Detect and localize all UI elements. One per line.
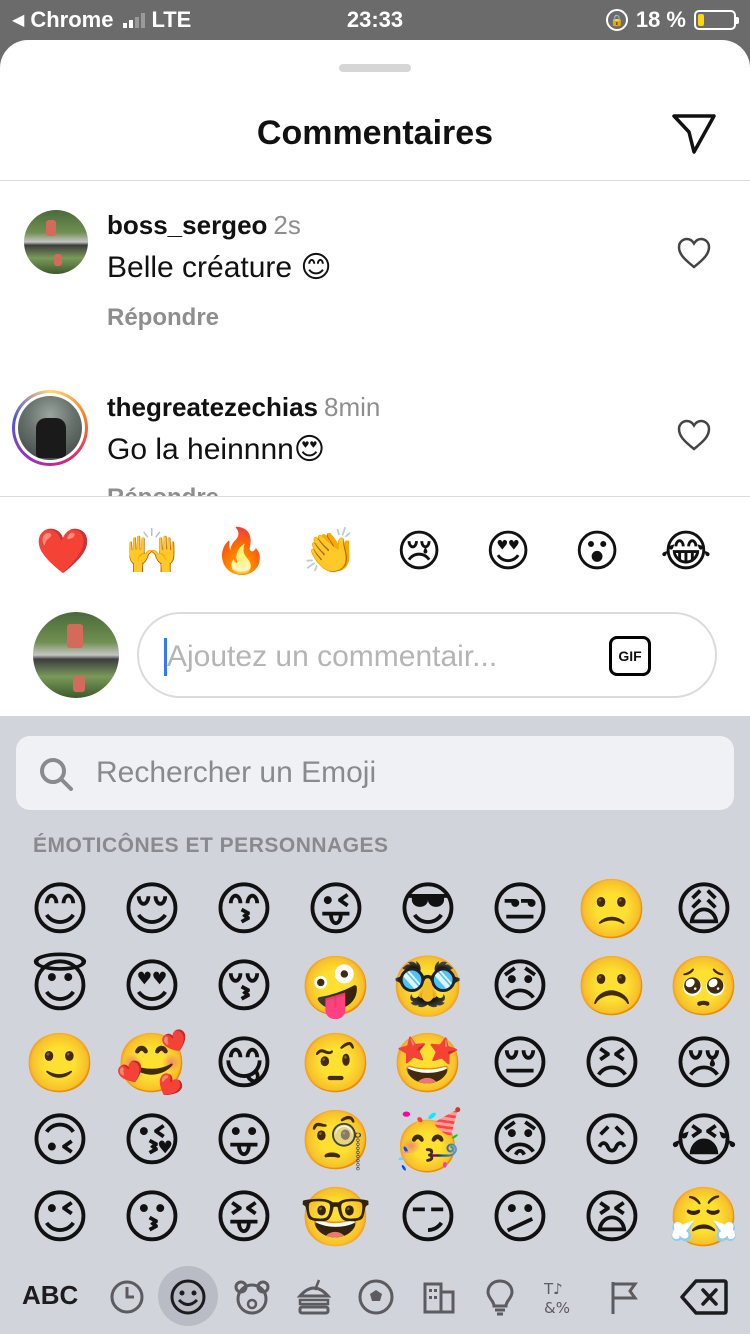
- emoji-key[interactable]: 😞: [474, 949, 566, 1025]
- emoji-key[interactable]: 😩: [658, 872, 750, 948]
- emoji-key[interactable]: 😫: [566, 1180, 658, 1256]
- emoji-key[interactable]: 😔: [474, 1026, 566, 1102]
- emoji-key[interactable]: 😜: [290, 872, 382, 948]
- emoji-search-placeholder: Rechercher un Emoji: [96, 756, 377, 789]
- quick-emoji-fire[interactable]: 🔥: [213, 524, 269, 580]
- soccer-ball-icon[interactable]: [355, 1276, 397, 1318]
- emoji-key[interactable]: ☹️: [566, 949, 658, 1025]
- emoji-key[interactable]: 🥳: [382, 1103, 474, 1179]
- heart-icon[interactable]: [676, 418, 712, 452]
- emoji-key[interactable]: 😌: [106, 872, 198, 948]
- emoji-key[interactable]: 😤: [658, 1180, 750, 1256]
- quick-emoji-raised-hands[interactable]: 🙌: [124, 524, 180, 580]
- emoji-key[interactable]: 😏: [382, 1180, 474, 1256]
- emoji-key[interactable]: 😖: [566, 1103, 658, 1179]
- bear-icon[interactable]: [231, 1276, 273, 1318]
- my-avatar: [33, 612, 119, 698]
- quick-emoji-heart-eyes[interactable]: 😍: [480, 524, 536, 580]
- emoji-key[interactable]: 😛: [198, 1103, 290, 1179]
- emoji-grid: 😊 😌 😙 😜 😎 😒 🙁 😩 😇 😍 😚 🤪 🥸 😞 ☹️ 🥺 🙂 🥰 😋 🤨…: [14, 872, 750, 1256]
- abc-key[interactable]: ABC: [22, 1280, 78, 1311]
- header-divider: [0, 180, 750, 181]
- flag-icon[interactable]: [603, 1276, 645, 1318]
- quick-emoji-clap[interactable]: 👏: [302, 524, 358, 580]
- reply-button[interactable]: Répondre: [107, 484, 219, 496]
- sheet-title: Commentaires: [256, 114, 494, 152]
- comment-text: Go la heinnnn😍: [107, 433, 326, 466]
- quick-emoji-heart[interactable]: ❤️: [35, 524, 91, 580]
- emoji-key[interactable]: 😎: [382, 872, 474, 948]
- emoji-key[interactable]: 🤪: [290, 949, 382, 1025]
- comment-input-placeholder: Ajoutez un commentair...: [167, 640, 498, 673]
- clock-icon[interactable]: [106, 1276, 148, 1318]
- emoji-key[interactable]: 🤩: [382, 1026, 474, 1102]
- emoji-key[interactable]: 🤓: [290, 1180, 382, 1256]
- emoji-key[interactable]: 😚: [198, 949, 290, 1025]
- emoji-key[interactable]: 😭: [658, 1103, 750, 1179]
- emoji-key[interactable]: 🤨: [290, 1026, 382, 1102]
- emoji-key[interactable]: 😣: [566, 1026, 658, 1102]
- emoji-key[interactable]: 😉: [14, 1180, 106, 1256]
- gif-button[interactable]: GIF: [609, 636, 651, 676]
- comment-time: 8min: [323, 392, 381, 422]
- burger-icon[interactable]: [293, 1276, 335, 1318]
- avatar[interactable]: [18, 396, 82, 460]
- username-text[interactable]: thegreatezechias: [107, 392, 318, 422]
- emoji-key[interactable]: 🙁: [566, 872, 658, 948]
- battery-icon: [694, 10, 739, 30]
- rotation-lock-icon: 🔒: [605, 9, 628, 31]
- emoji-key[interactable]: 😒: [474, 872, 566, 948]
- username-text[interactable]: boss_sergeo: [107, 210, 267, 240]
- paper-plane-icon[interactable]: [670, 112, 718, 156]
- emoji-bar-divider: [0, 496, 750, 497]
- comment-time: 2s: [273, 210, 301, 240]
- emoji-search-input[interactable]: Rechercher un Emoji: [16, 736, 734, 810]
- heart-icon[interactable]: [676, 236, 712, 270]
- emoji-key[interactable]: 😙: [198, 872, 290, 948]
- building-icon[interactable]: [417, 1276, 459, 1318]
- emoji-key[interactable]: 🙃: [14, 1103, 106, 1179]
- avatar[interactable]: [24, 210, 88, 274]
- reply-button[interactable]: Répondre: [107, 304, 219, 332]
- search-icon: [40, 758, 73, 791]
- story-ring[interactable]: [12, 390, 88, 466]
- emoji-keyboard: Rechercher un Emoji ÉMOTICÔNES ET PERSON…: [0, 716, 750, 1334]
- emoji-key[interactable]: 😍: [106, 949, 198, 1025]
- svg-text:&%: &%: [544, 1299, 570, 1317]
- emoji-key[interactable]: 😢: [658, 1026, 750, 1102]
- quick-emoji-crying[interactable]: 😢: [391, 524, 447, 580]
- symbols-icon[interactable]: T♪ &%: [541, 1276, 583, 1318]
- battery-percent: 18 %: [635, 7, 686, 32]
- emoji-key[interactable]: 🧐: [290, 1103, 382, 1179]
- emoji-key[interactable]: 🙂: [14, 1026, 106, 1102]
- emoji-key[interactable]: 😊: [14, 872, 106, 948]
- svg-text:T♪: T♪: [543, 1280, 563, 1298]
- emoji-key[interactable]: 😘: [106, 1103, 198, 1179]
- lightbulb-icon[interactable]: [479, 1276, 521, 1318]
- emoji-key[interactable]: 😟: [474, 1103, 566, 1179]
- comment-username[interactable]: thegreatezechias 8min: [107, 392, 380, 423]
- emoji-key[interactable]: 🥺: [658, 949, 750, 1025]
- comments-sheet: Commentaires boss_sergeo 2s Belle créatur…: [0, 40, 750, 716]
- status-bar: ◀ Chrome LTE 23:33 🔒 18 %: [0, 0, 750, 40]
- emoji-section-title: ÉMOTICÔNES ET PERSONNAGES: [33, 834, 389, 857]
- emoji-key[interactable]: 🥸: [382, 949, 474, 1025]
- emoji-key[interactable]: 😝: [198, 1180, 290, 1256]
- emoji-key[interactable]: 😗: [106, 1180, 198, 1256]
- sheet-grabber[interactable]: [339, 64, 411, 72]
- quick-emoji-surprised[interactable]: 😮: [569, 524, 625, 580]
- backspace-icon[interactable]: [680, 1278, 728, 1316]
- comment-input[interactable]: Ajoutez un commentair... GIF: [137, 612, 717, 698]
- keyboard-category-bar: ABC T♪ &%: [0, 1262, 750, 1334]
- smiley-icon[interactable]: [167, 1276, 209, 1318]
- emoji-key[interactable]: 🥰: [106, 1026, 198, 1102]
- comment-username[interactable]: boss_sergeo 2s: [107, 210, 301, 241]
- emoji-key[interactable]: 😇: [14, 949, 106, 1025]
- emoji-key[interactable]: 😕: [474, 1180, 566, 1256]
- quick-emoji-bar: ❤️ 🙌 🔥 👏 😢 😍 😮 😂: [0, 524, 750, 580]
- emoji-key[interactable]: 😋: [198, 1026, 290, 1102]
- quick-emoji-laughing[interactable]: 😂: [658, 524, 714, 580]
- comment-text: Belle créature 😊: [107, 251, 332, 284]
